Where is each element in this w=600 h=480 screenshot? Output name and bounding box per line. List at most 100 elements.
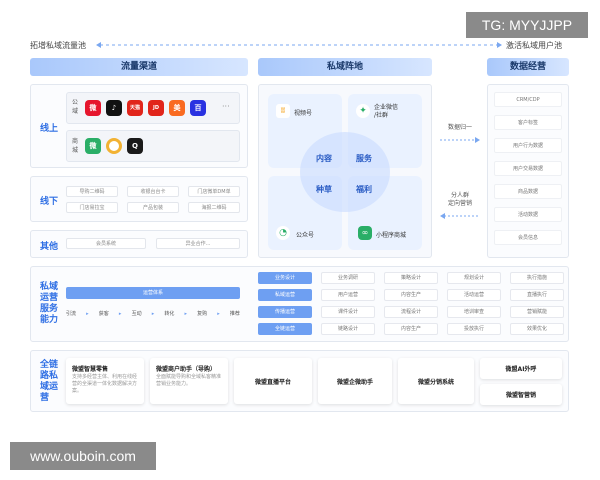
axis-right-label: 激活私域用户池: [506, 41, 562, 50]
header-operations: 数据经营: [487, 58, 569, 76]
public-app-list: 微 ♪ 天猫 JD 美百: [85, 100, 206, 116]
operations-cell: 策略设计: [384, 272, 438, 284]
operations-cell: 内容生产: [384, 323, 438, 335]
operations-cell: 投放执行: [447, 323, 501, 335]
other-item: 异业合作...: [156, 238, 240, 249]
baidu-icon: 百: [190, 100, 206, 116]
offline-item: 海报二维码: [188, 202, 240, 213]
operations-row-header: 私域运营: [258, 289, 312, 301]
operations-cell: 活动运营: [447, 289, 501, 301]
wecom-icon: ✦: [356, 104, 370, 118]
product-card: 微盟AI外呼: [480, 358, 562, 379]
operations-cell: 直播执行: [510, 289, 564, 301]
operations-cell: 营销赋能: [510, 306, 564, 318]
quad-label: 小程序商城: [376, 232, 407, 239]
flow-step: 推荐: [229, 311, 240, 317]
flow-step: 复购: [197, 311, 208, 317]
more-apps-indicator: ···: [222, 102, 230, 111]
data-ops-item: 商品数据: [494, 184, 562, 199]
flow-arrow-icon: ▸: [184, 310, 187, 317]
operations-cell: 效果优化: [510, 323, 564, 335]
center-word-seeding: 种草: [316, 185, 332, 194]
operations-row-header: 传播运营: [258, 306, 312, 318]
offline-panel: [30, 176, 248, 222]
center-word-service: 服务: [356, 154, 372, 163]
flow-arrow-icon: ▸: [217, 310, 220, 317]
flow-step: 引流: [66, 311, 77, 317]
center-circle: [300, 132, 390, 212]
flow-step: 互动: [131, 311, 142, 317]
flow-step: 转化: [164, 311, 175, 317]
card-title: 微盟智营销: [505, 392, 536, 399]
quad-label: 企业微信 /社群: [374, 104, 399, 119]
operations-cell: 流程设计: [384, 306, 438, 318]
product-card: 微盟直播平台: [234, 358, 312, 404]
product-card: 微盟企微助手: [318, 358, 392, 404]
axis-arrow: [96, 42, 502, 48]
arrow-right-icon: [440, 137, 480, 143]
online-label: 线上: [40, 124, 59, 134]
flow-arrow-icon: ▸: [151, 310, 155, 317]
watermark-top: TG: MYYJJPP: [466, 12, 588, 38]
douyin-icon: ♪: [106, 100, 122, 116]
operations-cell: 培训审查: [447, 306, 501, 318]
data-ops-item: CRM/CDP: [494, 92, 562, 107]
segmentation-label: 分人群 定向营销: [447, 192, 472, 207]
axis-left-label: 拓增私域流量池: [30, 41, 86, 50]
card-title: 微盟AI外呼: [505, 366, 537, 373]
other-item: 会员系统: [66, 238, 146, 249]
tmall-icon: 天猫: [127, 100, 143, 116]
data-ops-list: CRM/CDP 客户标签用户行为数据 用户交易数据 商品数据活动数据会员信息: [494, 92, 562, 245]
card-title: 微盟分销系统: [417, 378, 454, 386]
data-ops-item: 客户标签: [494, 115, 562, 130]
header-private-domain: 私域阵地: [258, 58, 432, 76]
data-ops-item: 用户行为数据: [494, 138, 562, 153]
offline-label: 线下: [40, 197, 59, 207]
bottom-label: 全链 路私 域运 营: [40, 360, 59, 403]
product-card: 微盟分销系统: [398, 358, 474, 404]
offline-item: 收银台台卡: [127, 186, 179, 197]
operations-system-bar: 运营体系: [66, 287, 240, 299]
mall-label: 商城: [71, 138, 78, 154]
card-title: 微盟直播平台: [254, 378, 291, 386]
operations-cell: 课件设计: [321, 306, 375, 318]
quad-label: 公众号: [296, 232, 315, 239]
operations-cell: 业务调研: [321, 272, 375, 284]
flow-arrow-icon: ▸: [86, 310, 89, 317]
operations-label: 私域 运营 服务 能力: [40, 282, 59, 325]
operations-cell: 规划设计: [447, 272, 501, 284]
offline-item: 产品包装: [127, 202, 179, 213]
flow-arrow-icon: ▸: [118, 310, 122, 317]
offline-item: 导购二维码: [66, 186, 118, 197]
center-word-benefit: 福利: [356, 185, 372, 194]
data-ops-item: 用户交易数据: [494, 161, 562, 176]
mini-program-icon: ∞: [358, 226, 372, 240]
meituan-icon: 美: [169, 100, 185, 116]
quad-label: 视频号: [294, 110, 313, 117]
data-ops-item: 会员信息: [494, 230, 562, 245]
card-title: 微盟企微助手: [336, 378, 373, 386]
flow-step: 获客: [98, 311, 109, 317]
operations-cell: 链路设计: [321, 323, 375, 335]
data-unify-label: 数据归一: [447, 124, 472, 131]
operations-row-header: 全链运营: [258, 323, 312, 335]
operations-cell: 内容生产: [384, 289, 438, 301]
jd-icon: JD: [148, 100, 164, 116]
operations-row-header: 业务设计: [258, 272, 312, 284]
card-desc: 全面赋能导购和全域私客精准营销业务能力。: [156, 374, 222, 387]
miniprogram-ring-icon: [106, 138, 122, 154]
official-account-icon: ◔: [276, 226, 290, 240]
offline-item: 门店微单DM单: [188, 186, 240, 197]
other-label: 其他: [40, 242, 59, 252]
operations-flow: 引流 ▸ 获客 ▸ 互动 ▸ 转化 ▸ 复购 ▸ 推荐: [66, 310, 240, 318]
qq-icon: Q: [127, 138, 143, 154]
card-desc: 支持多经营主体、利用在线经营的全渠道一体化数据解决方案。: [72, 374, 138, 394]
operations-cell: 执行措施: [510, 272, 564, 284]
data-ops-item: 活动数据: [494, 207, 562, 222]
card-title: 微盟商户助手（导购）: [156, 366, 217, 373]
center-word-content: 内容: [316, 154, 332, 163]
operations-grid: 业务设计 业务调研 策略设计 规划设计 执行措施 私域运营 用户运营 内容生产 活动运营 直播执行…: [258, 272, 564, 335]
wechat-icon: 微: [85, 138, 101, 154]
card-title: 微盟智慧零售: [72, 366, 109, 373]
mall-app-list: 微Q: [85, 138, 143, 154]
